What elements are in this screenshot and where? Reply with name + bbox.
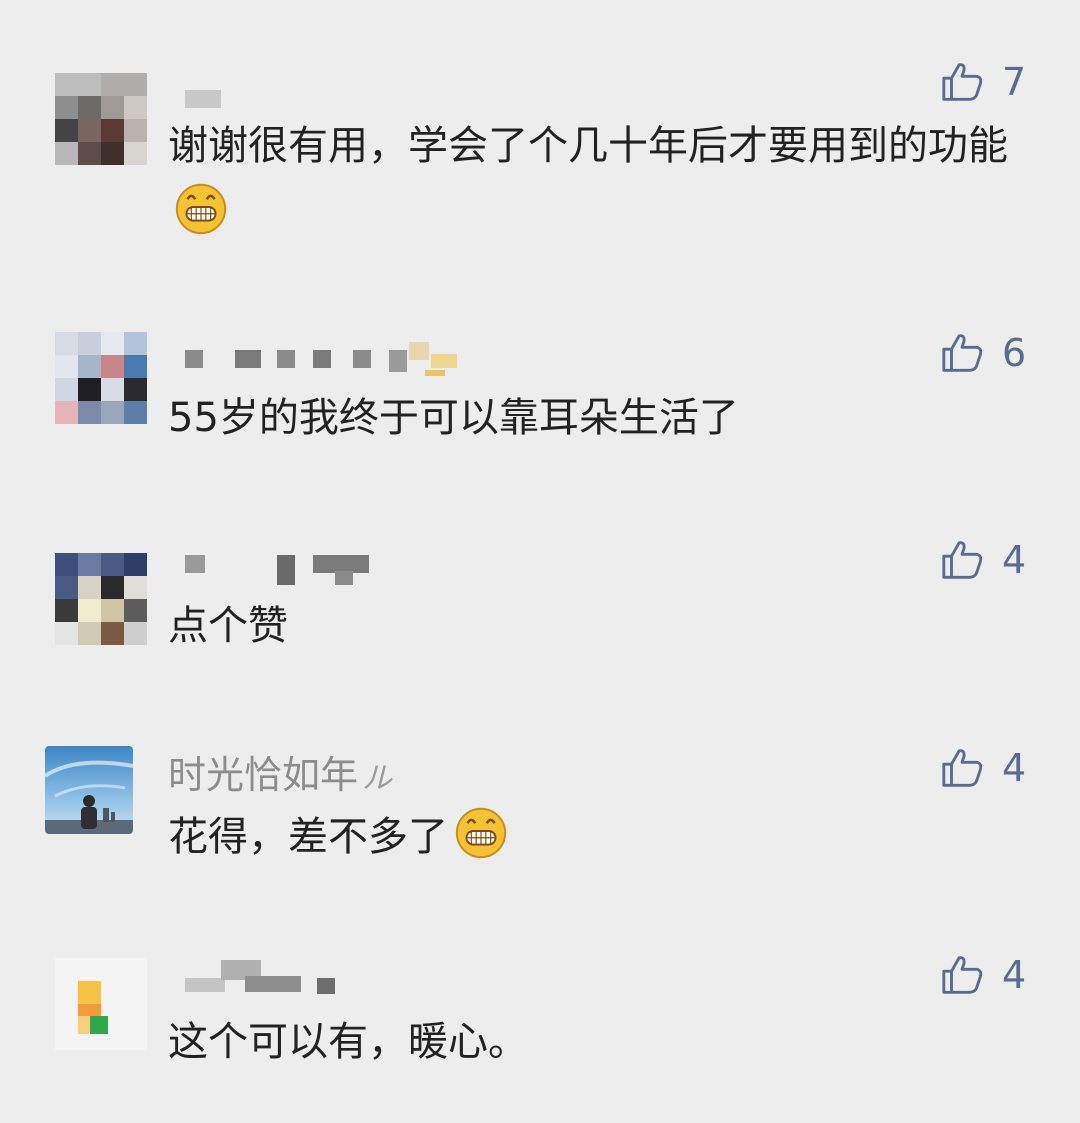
- comment-text-body: 谢谢很有用，学会了个几十年后才要用到的功能: [168, 123, 1008, 169]
- like-count: 4: [1002, 953, 1027, 997]
- username-signature: ル: [362, 761, 393, 796]
- avatar[interactable]: [55, 958, 147, 1050]
- comment-text: 点个赞: [168, 594, 1028, 658]
- avatar[interactable]: [55, 553, 147, 645]
- username-blurred[interactable]: [185, 340, 465, 376]
- thumbs-up-icon: [942, 956, 983, 994]
- like-count: 7: [1002, 60, 1027, 104]
- thumbs-up-icon: [942, 63, 983, 101]
- comment-text: 55岁的我终于可以靠耳朵生活了: [168, 386, 1028, 450]
- comment-text: 这个可以有，暖心。: [168, 1010, 1028, 1074]
- like-button[interactable]: 4: [940, 743, 1030, 793]
- username-blurred[interactable]: [185, 551, 385, 585]
- comment-text: 花得，差不多了: [168, 802, 1028, 869]
- like-button[interactable]: 6: [940, 328, 1030, 378]
- grin-emoji: [175, 183, 227, 235]
- thumbs-up-icon: [942, 334, 983, 372]
- avatar[interactable]: [55, 332, 147, 424]
- like-button[interactable]: 4: [940, 950, 1030, 1000]
- username-blurred[interactable]: [185, 82, 225, 112]
- avatar[interactable]: [45, 746, 133, 834]
- grin-emoji: [455, 807, 507, 859]
- like-button[interactable]: 4: [940, 535, 1030, 585]
- like-count: 6: [1002, 331, 1027, 375]
- thumbs-up-icon: [942, 749, 983, 787]
- like-count: 4: [1002, 538, 1027, 582]
- avatar[interactable]: [55, 73, 147, 165]
- comment-text-body: 55岁的我终于可以靠耳朵生活了: [168, 395, 739, 441]
- username[interactable]: 时光恰如年ル: [168, 744, 392, 799]
- comment-text-body: 这个可以有，暖心。: [168, 1019, 528, 1065]
- thumbs-up-icon: [942, 541, 983, 579]
- avatar-photo: [45, 746, 133, 834]
- comment-text: 谢谢很有用，学会了个几十年后才要用到的功能: [168, 114, 1028, 245]
- comment-text-body: 点个赞: [168, 603, 288, 649]
- like-count: 4: [1002, 746, 1027, 790]
- comment-text-body: 花得，差不多了: [168, 814, 448, 860]
- like-button[interactable]: 7: [940, 57, 1030, 107]
- username-text: 时光恰如年: [168, 753, 359, 797]
- username-blurred[interactable]: [185, 960, 345, 994]
